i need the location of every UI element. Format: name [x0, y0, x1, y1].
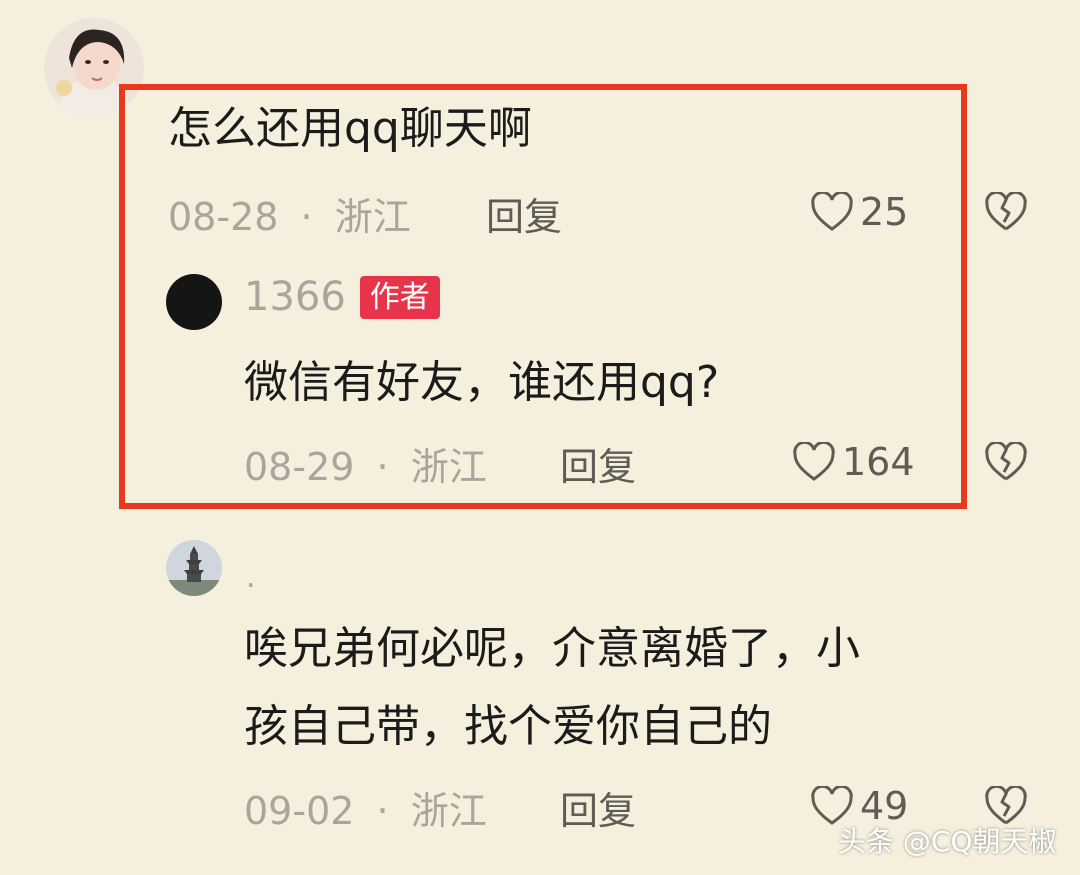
separator: ·: [376, 445, 389, 489]
reply-header: 1366 作者: [244, 274, 440, 320]
broken-heart-icon[interactable]: [984, 442, 1028, 482]
reply-avatar[interactable]: [166, 274, 222, 330]
comment-date: 08-28 · 浙江: [168, 186, 411, 241]
broken-heart-icon[interactable]: [984, 192, 1028, 232]
like-count: 25: [860, 190, 909, 234]
date: 08-29: [244, 445, 355, 489]
location: 浙江: [334, 195, 411, 239]
watermark: 头条 @CQ朝天椒: [838, 825, 1057, 858]
reply-username[interactable]: 1366: [244, 274, 346, 320]
comment-date: 09-02 · 浙江: [244, 780, 487, 835]
comment-text: 怎么还用qq聊天啊: [168, 103, 532, 154]
date: 08-28: [168, 195, 279, 239]
location: 浙江: [410, 789, 487, 833]
comment-text-line1: 唉兄弟何必呢，介意离婚了，小: [244, 623, 860, 674]
reply-button[interactable]: 回复: [486, 186, 562, 241]
reply-button[interactable]: 回复: [560, 436, 636, 491]
like-count: 164: [842, 440, 915, 484]
location: 浙江: [410, 445, 487, 489]
commenter-avatar[interactable]: [166, 540, 222, 596]
like-button[interactable]: 164: [792, 440, 915, 484]
author-badge: 作者: [359, 275, 440, 319]
commenter-username[interactable]: .: [246, 560, 256, 595]
reply-date: 08-29 · 浙江: [244, 436, 487, 491]
heart-outline-icon: [810, 192, 854, 232]
pagoda-icon: [166, 540, 222, 596]
like-button[interactable]: 25: [810, 190, 908, 234]
reply-text: 微信有好友，谁还用qq?: [244, 357, 720, 408]
reply-button[interactable]: 回复: [560, 780, 636, 835]
separator: ·: [376, 789, 389, 833]
date: 09-02: [244, 789, 355, 833]
heart-outline-icon: [792, 442, 836, 482]
comment-text-line2: 孩自己带，找个爱你自己的: [244, 701, 772, 752]
separator: ·: [300, 195, 313, 239]
